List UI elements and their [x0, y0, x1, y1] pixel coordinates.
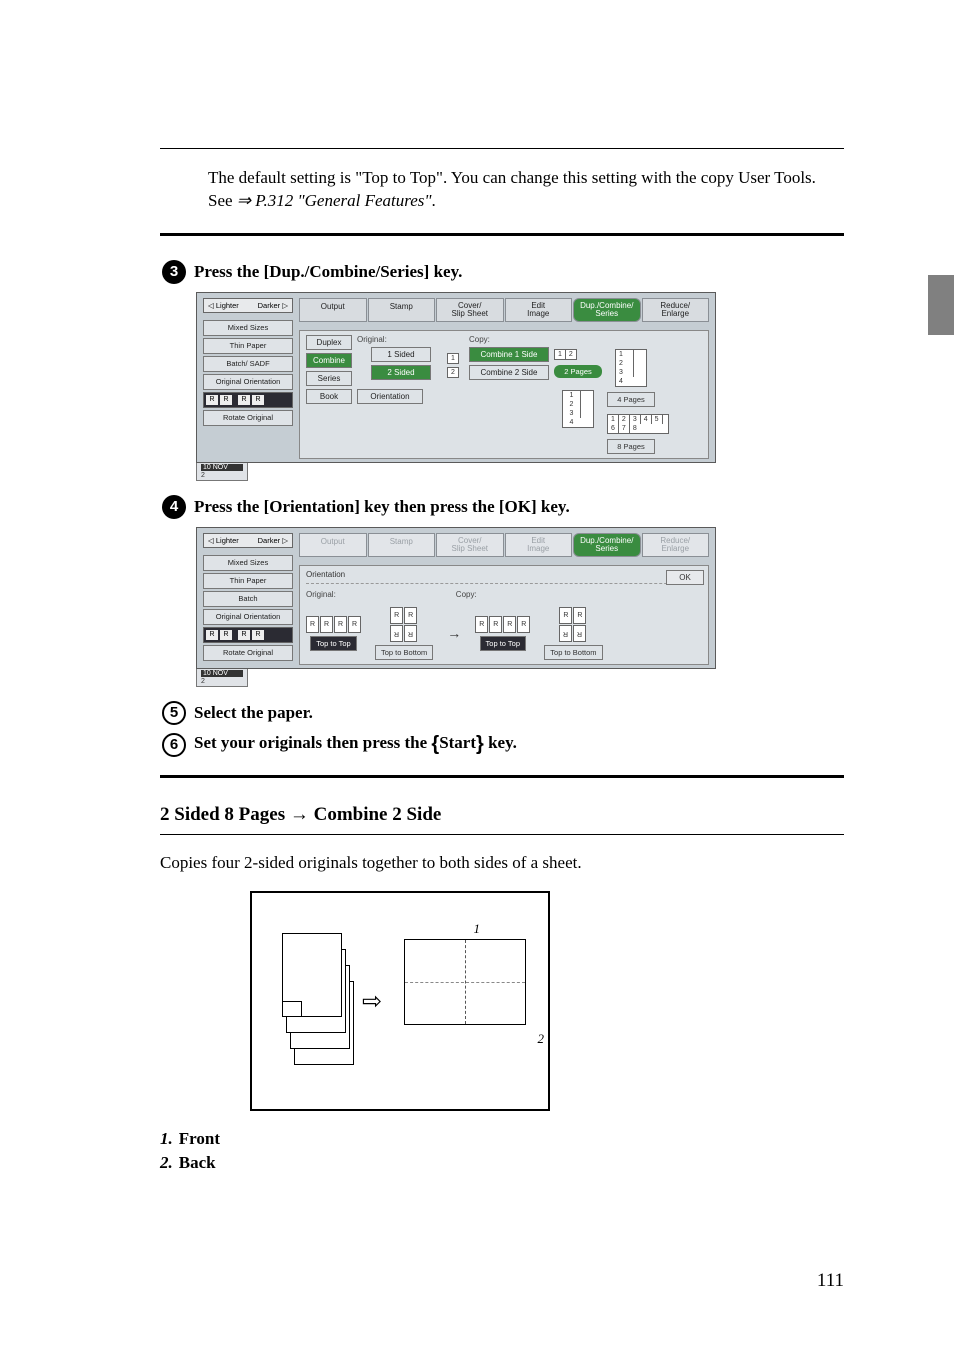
copy-top-to-bottom-button[interactable]: Top to Bottom — [544, 645, 602, 660]
orientation-icons[interactable]: RRRR — [203, 392, 293, 408]
step-num-5: 5 — [162, 701, 186, 725]
copy-top-to-top-button[interactable]: Top to Top — [480, 636, 526, 651]
batch-sadf-button[interactable]: Batch/ SADF — [203, 356, 293, 372]
tab-edit-image[interactable]: Edit Image — [505, 298, 573, 322]
section-side-tab — [928, 275, 954, 335]
screenshot-1: ◁ Lighter Darker ▷ Mixed Sizes Thin Pape… — [196, 292, 716, 481]
step-5-label: Select the paper. — [194, 703, 313, 723]
orig-toptotop-icon: RRRR — [306, 616, 361, 633]
orig-top-to-top-button[interactable]: Top to Top — [310, 636, 356, 651]
arrow-icon: ⇨ — [362, 987, 382, 1016]
ok-button[interactable]: OK — [666, 570, 704, 585]
density-control[interactable]: ◁ Lighter Darker ▷ — [203, 533, 293, 548]
grid-1234-icon: 1234 — [562, 390, 594, 428]
copy-toptotop-icon: RRRR — [475, 616, 530, 633]
duplex-button[interactable]: Duplex — [306, 335, 352, 350]
tab-stamp[interactable]: Stamp — [368, 533, 436, 557]
tab-edit-image[interactable]: Edit Image — [505, 533, 573, 557]
step-3-label: Press the [Dup./Combine/Series] key. — [194, 262, 462, 282]
density-control[interactable]: ◁ Lighter Darker ▷ — [203, 298, 293, 313]
list-item-2: 2.Back — [160, 1153, 844, 1173]
rotate-original-button[interactable]: Rotate Original — [203, 410, 293, 426]
pages-4-button[interactable]: 4 Pages — [607, 392, 655, 407]
page-number: 111 — [817, 1270, 844, 1292]
combine-diagram: ⇨ 1 2 — [250, 891, 550, 1111]
batch-button[interactable]: Batch — [203, 591, 293, 607]
ss1-sidebar: ◁ Lighter Darker ▷ Mixed Sizes Thin Pape… — [203, 298, 293, 459]
step-5: 5 Select the paper. — [160, 701, 844, 725]
tab-cover-slip[interactable]: Cover/ Slip Sheet — [436, 298, 504, 322]
step-6: 6 Set your originals then press the {Sta… — [160, 733, 844, 757]
orig-top-to-bottom-button[interactable]: Top to Bottom — [375, 645, 433, 660]
ss2-sidebar: ◁ Lighter Darker ▷ Mixed Sizes Thin Pape… — [203, 533, 293, 665]
grid-12345678-icon: 12345678 — [607, 414, 669, 434]
original-orientation-button[interactable]: Original Orientation — [203, 374, 293, 390]
orientation-label: Orientation — [306, 570, 702, 579]
copy-toptobottom-icon: RRRR — [559, 607, 587, 642]
tab-stamp[interactable]: Stamp — [368, 298, 436, 322]
original-label: Original: — [306, 590, 336, 599]
ss2-timestamp: 10 NOV 2 — [196, 669, 248, 687]
pages-8-button[interactable]: 8 Pages — [607, 439, 655, 454]
rule-thick-2 — [160, 775, 844, 778]
copy-label: Copy: — [456, 590, 477, 599]
page-indicator-icon: 1 — [447, 353, 459, 364]
screenshot-2: ◁ Lighter Darker ▷ Mixed Sizes Thin Pape… — [196, 527, 716, 687]
ss2-panel: Orientation OK Original: Copy: RRRR Top … — [299, 565, 709, 665]
intro-ref: ⇒ P.312 "General Features" — [237, 191, 432, 210]
arrow-icon: → — [447, 625, 461, 641]
two-sided-button[interactable]: 2 Sided — [371, 365, 431, 380]
book-button[interactable]: Book — [306, 389, 352, 404]
rule-thick-1 — [160, 233, 844, 236]
step-3: 3 Press the [Dup./Combine/Series] key. — [160, 260, 844, 284]
orientation-icons[interactable]: RRRR — [203, 627, 293, 643]
series-button[interactable]: Series — [306, 371, 352, 386]
list-item-1: 1.Front — [160, 1129, 844, 1149]
page-indicator-icon: 2 — [447, 367, 459, 378]
grid-12-icon: 12 — [554, 349, 577, 360]
tab-reduce-enlarge[interactable]: Reduce/ Enlarge — [642, 298, 710, 322]
original-orientation-button[interactable]: Original Orientation — [203, 609, 293, 625]
combine-1side-button[interactable]: Combine 1 Side — [469, 347, 549, 362]
tab-reduce-enlarge[interactable]: Reduce/ Enlarge — [642, 533, 710, 557]
tab-output[interactable]: Output — [299, 533, 367, 557]
step-4-label: Press the [Orientation] key then press t… — [194, 497, 570, 517]
rule-thin-2 — [160, 834, 844, 835]
ss2-tabs: Output Stamp Cover/ Slip Sheet Edit Imag… — [299, 533, 709, 557]
step-4: 4 Press the [Orientation] key then press… — [160, 495, 844, 519]
tab-dup-combine-series[interactable]: Dup./Combine/ Series — [573, 533, 641, 557]
rule-top — [160, 148, 844, 149]
tab-output[interactable]: Output — [299, 298, 367, 322]
step-6-label: Set your originals then press the {Start… — [194, 733, 517, 756]
section-description: Copies four 2-sided originals together t… — [160, 853, 844, 873]
tab-dup-combine-series[interactable]: Dup./Combine/ Series — [573, 298, 641, 322]
mixed-sizes-button[interactable]: Mixed Sizes — [203, 320, 293, 336]
one-sided-button[interactable]: 1 Sided — [371, 347, 431, 362]
original-label: Original: — [357, 335, 437, 344]
rotate-original-button[interactable]: Rotate Original — [203, 645, 293, 661]
thin-paper-button[interactable]: Thin Paper — [203, 573, 293, 589]
orientation-button[interactable]: Orientation — [357, 389, 423, 404]
label-2: 2 — [538, 1031, 545, 1047]
copy-label: Copy: — [469, 335, 549, 344]
thin-paper-button[interactable]: Thin Paper — [203, 338, 293, 354]
combine-2side-button[interactable]: Combine 2 Side — [469, 365, 549, 380]
ss1-tabs: Output Stamp Cover/ Slip Sheet Edit Imag… — [299, 298, 709, 322]
step-num-3: 3 — [162, 260, 186, 284]
pages-2-button[interactable]: 2 Pages — [554, 365, 602, 378]
ss1-panel: Duplex Combine Series Book Original: 1 S… — [299, 330, 709, 459]
orig-toptobottom-icon: RRRR — [390, 607, 418, 642]
step-num-6: 6 — [162, 733, 186, 757]
ss1-timestamp: 10 NOV 2 — [196, 463, 248, 481]
intro-paragraph: The default setting is "Top to Top". You… — [160, 167, 844, 213]
combine-button[interactable]: Combine — [306, 353, 352, 368]
label-1: 1 — [474, 921, 481, 937]
grid-1234-icon: 1234 — [615, 349, 647, 387]
step-num-4: 4 — [162, 495, 186, 519]
section-heading: 2 Sided 8 Pages → Combine 2 Side — [160, 804, 844, 826]
mixed-sizes-button[interactable]: Mixed Sizes — [203, 555, 293, 571]
tab-cover-slip[interactable]: Cover/ Slip Sheet — [436, 533, 504, 557]
intro-period: . — [432, 191, 436, 210]
